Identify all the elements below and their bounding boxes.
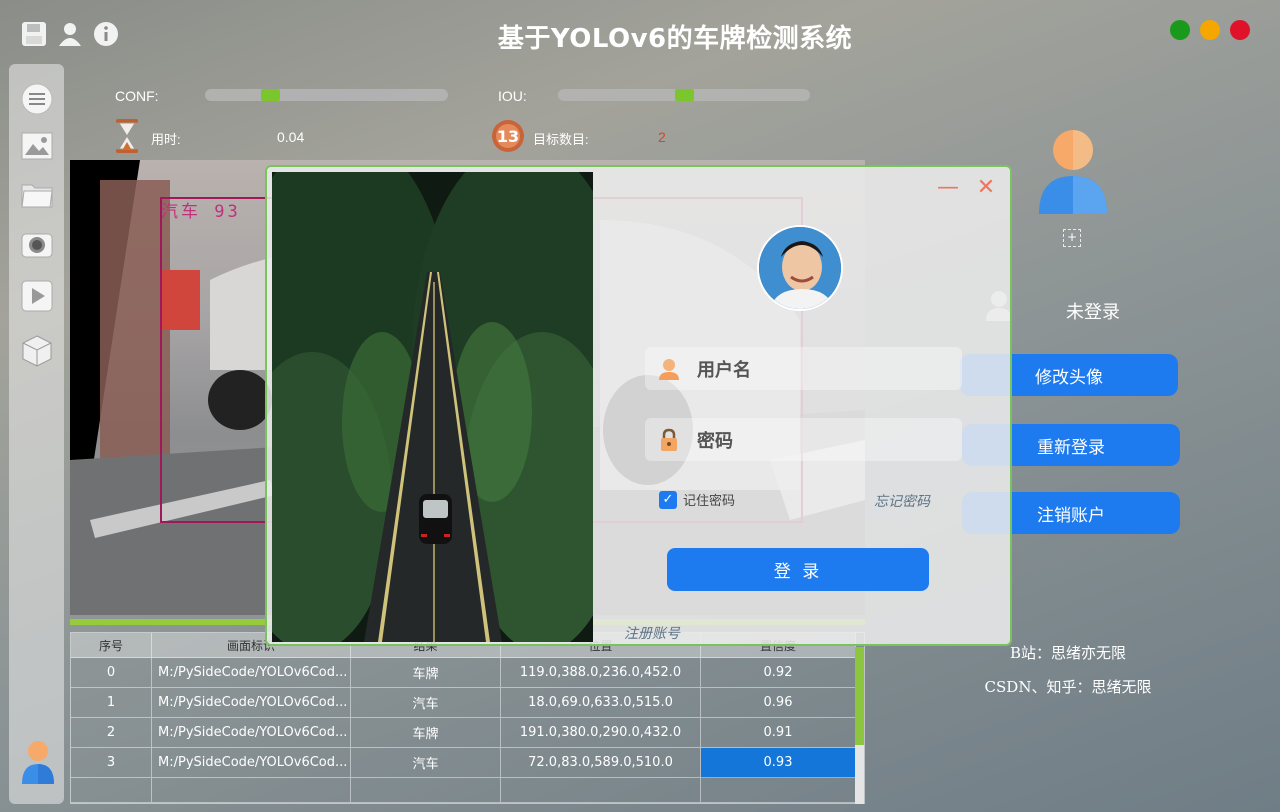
app-window: 基于YOLOv6的车牌检测系统 CONF: IOU: 用时: 0.04 13 目… <box>0 0 1280 812</box>
table-row[interactable]: 3 M:/PySideCode/YOLOv6Cod... 汽车 72.0,83.… <box>71 748 856 778</box>
login-dialog: — ✕ 用户名 密码 ✓ 记住密码 忘记密码 登 录 注册账号 <box>265 165 1012 646</box>
username-placeholder: 用户名 <box>697 359 751 381</box>
count-label: 目标数目: <box>533 132 589 147</box>
credit-csdn: CSDN、知乎：思绪无限 <box>984 678 1152 696</box>
remember-password-checkbox[interactable]: ✓ 记住密码 <box>659 490 735 509</box>
conf-slider-handle[interactable] <box>261 89 280 101</box>
iou-slider-handle[interactable] <box>675 89 694 101</box>
app-title: 基于YOLOv6的车牌检测系统 <box>497 24 853 54</box>
results-table: 序号 画面标识 结果 位置 置信度 0 M:/PySideCode/YOLOv6… <box>70 632 865 804</box>
sidebar <box>9 64 64 804</box>
checkbox-checked-icon[interactable]: ✓ <box>659 490 677 509</box>
password-field[interactable]: 密码 <box>645 418 962 461</box>
target-count-icon: 13 <box>491 119 525 153</box>
add-avatar-button[interactable]: + <box>1063 229 1081 247</box>
account-avatar-icon[interactable] <box>1037 130 1109 218</box>
image-icon[interactable] <box>20 129 54 163</box>
close-button[interactable] <box>1230 20 1250 40</box>
forgot-password-link[interactable]: 忘记密码 <box>874 491 930 511</box>
table-row[interactable]: 2 M:/PySideCode/YOLOv6Cod... 车牌 191.0,38… <box>71 718 856 748</box>
login-button[interactable]: 登 录 <box>667 548 929 591</box>
user-icon[interactable] <box>56 20 84 48</box>
folder-icon[interactable] <box>20 177 54 211</box>
register-link[interactable]: 注册账号 <box>624 623 680 643</box>
table-scrollbar[interactable] <box>855 647 864 804</box>
iou-slider[interactable] <box>558 89 810 101</box>
login-avatar[interactable] <box>757 225 843 311</box>
login-status: 未登录 <box>1066 302 1120 323</box>
info-icon[interactable] <box>92 20 120 48</box>
conf-slider[interactable] <box>205 89 448 101</box>
count-value: 2 <box>658 129 666 145</box>
camera-icon[interactable] <box>20 227 54 261</box>
selected-cell: 0.93 <box>701 748 856 778</box>
svg-text:13: 13 <box>497 127 519 146</box>
dialog-close-button[interactable]: ✕ <box>975 177 997 199</box>
time-value: 0.04 <box>277 129 305 145</box>
password-placeholder: 密码 <box>697 430 733 452</box>
user-input-icon <box>659 358 679 380</box>
table-row-empty <box>71 778 856 803</box>
table-row[interactable]: 1 M:/PySideCode/YOLOv6Cod... 汽车 18.0,69.… <box>71 688 856 718</box>
minimize-button[interactable] <box>1200 20 1220 40</box>
time-label: 用时: <box>151 132 181 147</box>
model-icon[interactable] <box>20 334 54 368</box>
hourglass-icon <box>113 118 141 154</box>
dialog-minimize-button[interactable]: — <box>937 177 959 199</box>
conf-label: CONF: <box>115 88 159 104</box>
sidebar-avatar-icon[interactable] <box>20 740 56 786</box>
detection-label: 汽车 93 <box>161 202 241 222</box>
save-icon[interactable] <box>20 20 48 48</box>
iou-label: IOU: <box>498 88 527 104</box>
lock-icon <box>661 428 677 451</box>
remember-password-label: 记住密码 <box>683 494 736 509</box>
username-field[interactable]: 用户名 <box>645 347 962 390</box>
maximize-button[interactable] <box>1170 20 1190 40</box>
table-row[interactable]: 0 M:/PySideCode/YOLOv6Cod... 车牌 119.0,38… <box>71 658 856 688</box>
video-icon[interactable] <box>20 279 54 313</box>
menu-icon[interactable] <box>20 82 54 116</box>
column-header[interactable]: 序号 <box>71 633 152 658</box>
scrollbar-thumb[interactable] <box>855 647 864 745</box>
forest-road-image <box>272 172 593 642</box>
